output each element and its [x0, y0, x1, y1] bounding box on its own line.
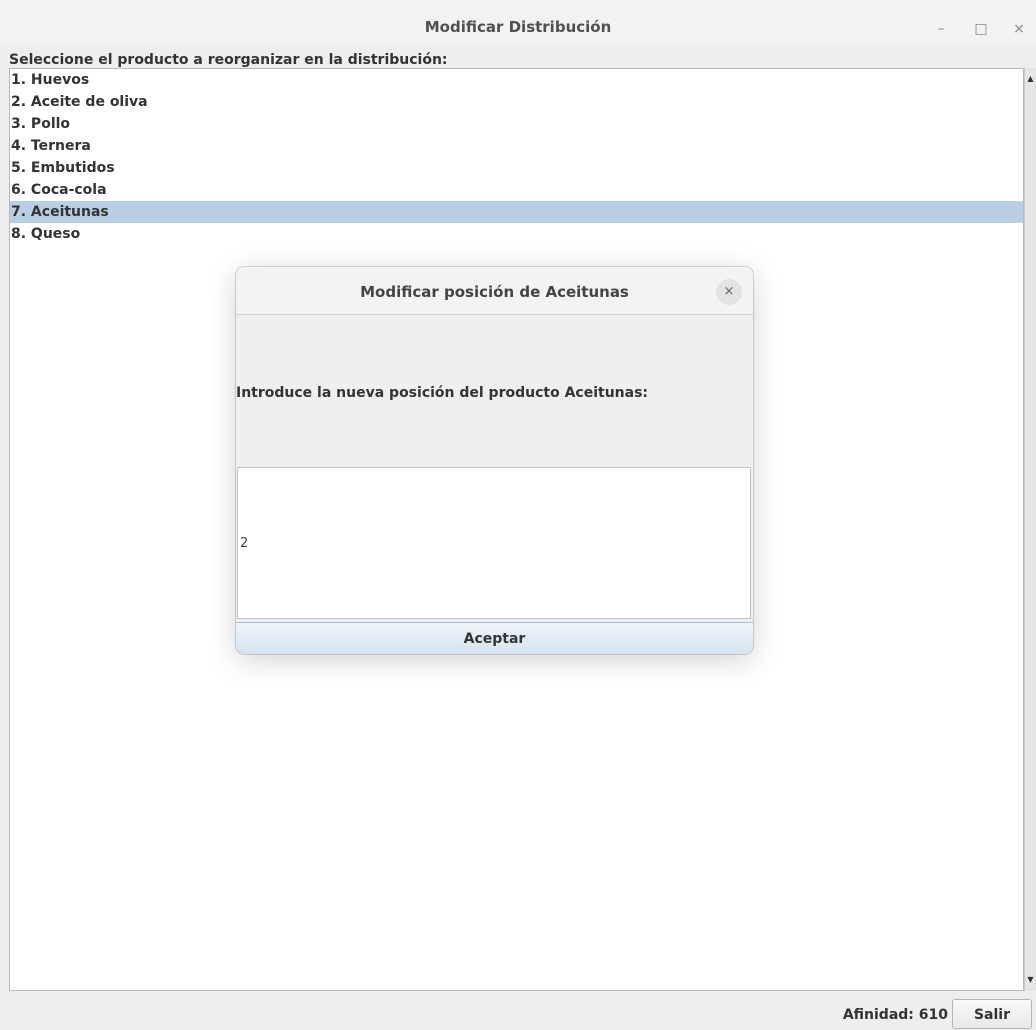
vertical-scrollbar[interactable]: ▲ ▼ — [1024, 68, 1036, 991]
dialog-close-icon[interactable]: × — [716, 279, 742, 305]
exit-button[interactable]: Salir — [952, 999, 1032, 1029]
scroll-up-icon[interactable]: ▲ — [1025, 72, 1036, 86]
position-input[interactable]: 2 — [237, 467, 751, 619]
minimize-icon[interactable]: – — [930, 18, 952, 40]
modify-position-dialog: Modificar posición de Aceitunas × Introd… — [236, 267, 753, 654]
list-item[interactable]: 4. Ternera — [10, 135, 1023, 157]
dialog-message: Introduce la nueva posición del producto… — [236, 385, 649, 401]
dialog-header: Modificar posición de Aceitunas × — [236, 267, 753, 315]
list-item[interactable]: 2. Aceite de oliva — [10, 91, 1023, 113]
list-item[interactable]: 3. Pollo — [10, 113, 1023, 135]
window-title: Modificar Distribución — [424, 18, 612, 36]
scroll-down-icon[interactable]: ▼ — [1025, 973, 1036, 987]
product-prompt-label: Seleccione el producto a reorganizar en … — [9, 52, 448, 68]
accept-button[interactable]: Aceptar — [236, 622, 753, 654]
close-icon[interactable]: × — [1008, 18, 1030, 40]
list-item[interactable]: 8. Queso — [10, 223, 1023, 245]
window-titlebar: Modificar Distribución – □ × — [0, 0, 1036, 46]
list-item[interactable]: 1. Huevos — [10, 69, 1023, 91]
list-item[interactable]: 5. Embutidos — [10, 157, 1023, 179]
affinity-label: Afinidad: 610 — [842, 1007, 948, 1023]
list-item[interactable]: 6. Coca-cola — [10, 179, 1023, 201]
maximize-icon[interactable]: □ — [970, 18, 992, 40]
dialog-title: Modificar posición de Aceitunas — [360, 283, 629, 301]
list-item-selected[interactable]: 7. Aceitunas — [10, 201, 1023, 223]
